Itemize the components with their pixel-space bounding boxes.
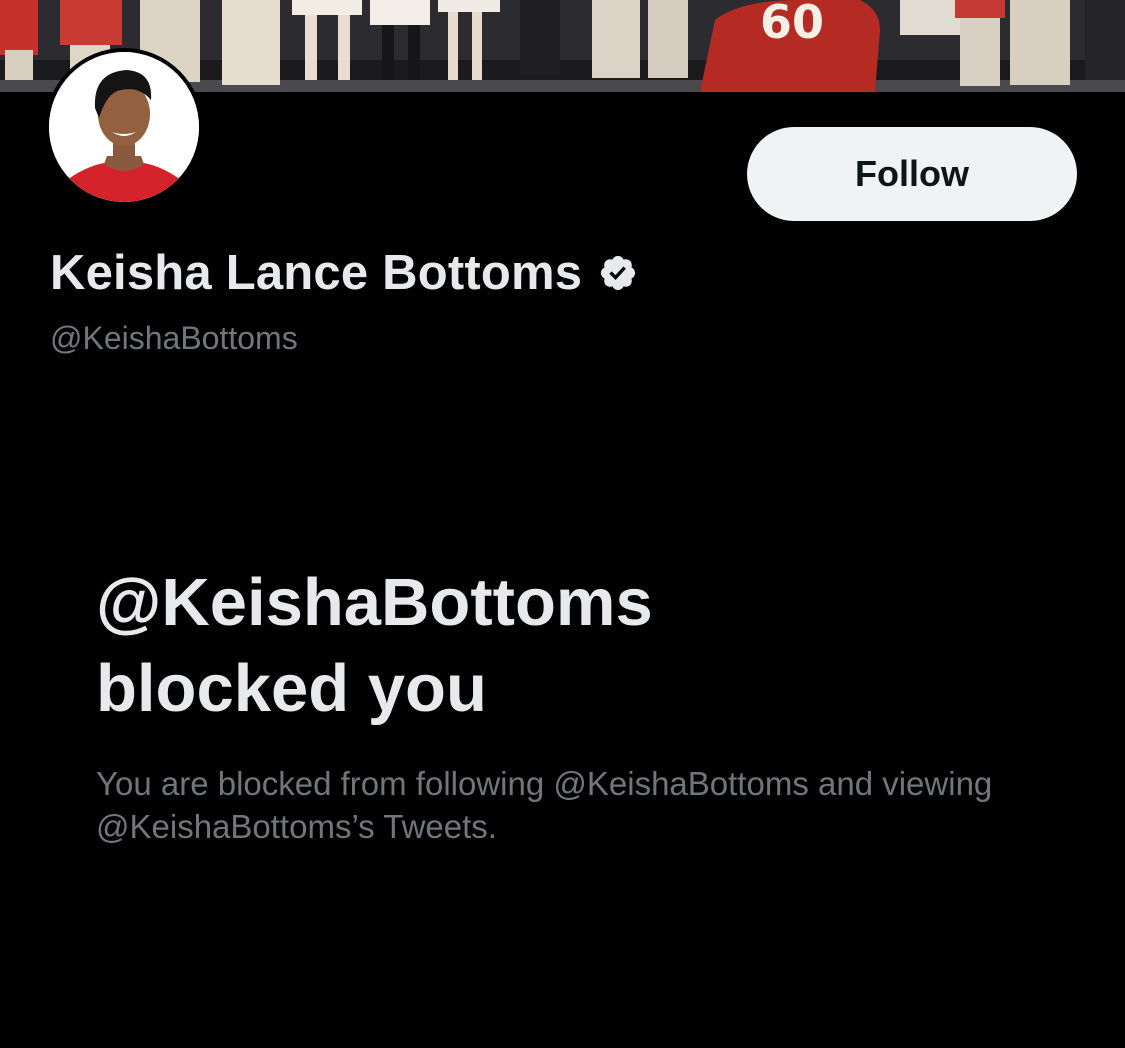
avatar-photo bbox=[49, 52, 199, 202]
verified-badge-icon bbox=[598, 253, 638, 293]
follow-button[interactable]: Follow bbox=[747, 127, 1077, 221]
profile-handle: @KeishaBottoms bbox=[50, 320, 298, 356]
blocked-heading-handle: @KeishaBottoms bbox=[96, 565, 653, 640]
profile-name-row: Keisha Lance Bottoms bbox=[50, 242, 638, 304]
blocked-heading: @KeishaBottoms blocked you bbox=[96, 560, 996, 732]
blocked-description: You are blocked from following @KeishaBo… bbox=[96, 765, 993, 845]
profile-avatar[interactable] bbox=[45, 48, 203, 206]
blocked-heading-text: blocked you bbox=[96, 651, 487, 726]
profile-display-name: Keisha Lance Bottoms bbox=[50, 246, 583, 300]
svg-text:60: 60 bbox=[760, 0, 824, 49]
